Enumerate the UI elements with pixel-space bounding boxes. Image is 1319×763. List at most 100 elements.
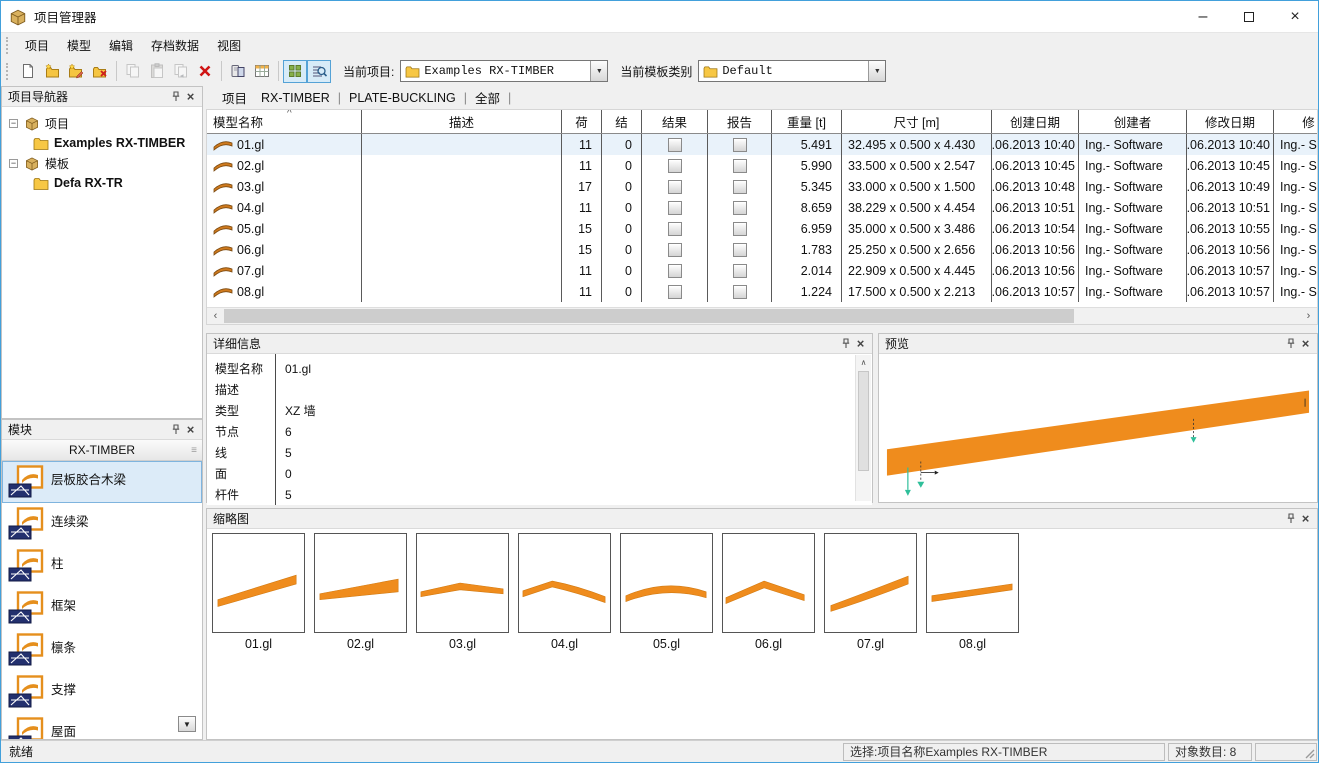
report-checkbox[interactable] <box>733 201 747 215</box>
column-header[interactable]: 描述 <box>362 110 562 133</box>
menu-item-view[interactable]: 视图 <box>208 36 250 56</box>
results-checkbox[interactable] <box>668 222 682 236</box>
column-header[interactable]: 模型名称^ <box>207 110 362 133</box>
details-view-toggle[interactable] <box>307 60 331 83</box>
resize-grip[interactable] <box>1255 743 1317 761</box>
open-project-button[interactable] <box>64 60 88 83</box>
new-project-button[interactable] <box>40 60 64 83</box>
copy-model-button[interactable] <box>169 60 193 83</box>
thumbnail-view-toggle[interactable] <box>283 60 307 83</box>
thumbnail-image[interactable] <box>722 533 815 633</box>
menu-item-edit[interactable]: 编辑 <box>100 36 142 56</box>
pin-icon[interactable] <box>1283 336 1298 351</box>
report-checkbox[interactable] <box>733 159 747 173</box>
model-row[interactable]: 04.gl1108.65938.229 x 0.500 x 4.4541.06.… <box>207 197 1317 218</box>
column-header[interactable]: 尺寸 [m] <box>842 110 992 133</box>
thumbnail-image[interactable] <box>212 533 305 633</box>
thumbnail[interactable]: 04.gl <box>518 533 611 651</box>
results-checkbox[interactable] <box>668 201 682 215</box>
thumbnail-image[interactable] <box>926 533 1019 633</box>
current-project-combo[interactable]: Examples RX-TIMBER ▼ <box>400 60 608 82</box>
close-panel-icon[interactable]: × <box>1298 336 1313 351</box>
tab-rx-timber[interactable]: RX-TIMBER <box>254 89 337 107</box>
menu-item-model[interactable]: 模型 <box>58 36 100 56</box>
menu-drag-grip[interactable] <box>6 37 10 54</box>
thumbnail-image[interactable] <box>824 533 917 633</box>
scroll-left-arrow[interactable]: ‹ <box>207 308 224 324</box>
model-row[interactable]: 06.gl1501.78325.250 x 0.500 x 2.6561.06.… <box>207 239 1317 260</box>
column-header[interactable]: 结 <box>602 110 642 133</box>
scrollbar-track[interactable] <box>224 308 1300 324</box>
column-header[interactable]: 修改日期 <box>1187 110 1274 133</box>
results-checkbox[interactable] <box>668 180 682 194</box>
tab-project[interactable]: 项目 <box>215 86 254 109</box>
module-item[interactable]: 框架 <box>2 587 202 629</box>
chevron-down-icon[interactable]: ▼ <box>590 61 607 81</box>
tree-node[interactable]: −模板 <box>9 153 202 173</box>
model-row[interactable]: 01.gl1105.49132.495 x 0.500 x 4.4301.06.… <box>207 134 1317 155</box>
delete-project-button[interactable] <box>88 60 112 83</box>
maximize-button[interactable] <box>1226 1 1272 32</box>
module-item[interactable]: 檩条 <box>2 629 202 671</box>
tab-all[interactable]: 全部 <box>468 86 507 109</box>
module-item[interactable]: 屋面 <box>2 713 202 739</box>
minimize-button[interactable]: – <box>1180 1 1226 32</box>
results-checkbox[interactable] <box>668 243 682 257</box>
report-checkbox[interactable] <box>733 285 747 299</box>
tree-expander-icon[interactable]: − <box>9 159 18 168</box>
module-item[interactable]: 柱 <box>2 545 202 587</box>
new-model-button[interactable] <box>16 60 40 83</box>
report-checkbox[interactable] <box>733 264 747 278</box>
tree-expander-icon[interactable]: − <box>9 119 18 128</box>
model-link-button[interactable] <box>226 60 250 83</box>
model-row[interactable]: 08.gl1101.22417.500 x 0.500 x 2.2131.06.… <box>207 281 1317 302</box>
column-header[interactable]: 创建者 <box>1079 110 1187 133</box>
modules-group-header[interactable]: RX-TIMBER ≡ <box>2 440 202 461</box>
pin-icon[interactable] <box>838 336 853 351</box>
chevron-down-icon[interactable]: ▼ <box>868 61 885 81</box>
scrollbar-thumb[interactable] <box>224 309 1074 323</box>
report-checkbox[interactable] <box>733 222 747 236</box>
column-header[interactable]: 重量 [t] <box>772 110 842 133</box>
report-checkbox[interactable] <box>733 180 747 194</box>
report-checkbox[interactable] <box>733 243 747 257</box>
module-item[interactable]: 连续梁 <box>2 503 202 545</box>
menu-item-archive-data[interactable]: 存档数据 <box>142 36 208 56</box>
thumbnail[interactable]: 03.gl <box>416 533 509 651</box>
report-checkbox[interactable] <box>733 138 747 152</box>
thumbnail[interactable]: 07.gl <box>824 533 917 651</box>
close-panel-icon[interactable]: × <box>183 422 198 437</box>
close-panel-icon[interactable]: × <box>183 89 198 104</box>
results-checkbox[interactable] <box>668 285 682 299</box>
column-header[interactable]: 荷 <box>562 110 602 133</box>
scroll-up-arrow[interactable]: ∧ <box>856 355 871 370</box>
thumbnail[interactable]: 06.gl <box>722 533 815 651</box>
horizontal-scrollbar[interactable]: ‹ › <box>207 307 1317 324</box>
model-row[interactable]: 02.gl1105.99033.500 x 0.500 x 2.5471.06.… <box>207 155 1317 176</box>
results-checkbox[interactable] <box>668 159 682 173</box>
column-header[interactable]: 修 <box>1274 110 1317 133</box>
close-panel-icon[interactable]: × <box>853 336 868 351</box>
model-row[interactable]: 05.gl1506.95935.000 x 0.500 x 3.4861.06.… <box>207 218 1317 239</box>
column-header[interactable]: 创建日期 <box>992 110 1079 133</box>
pin-icon[interactable] <box>168 422 183 437</box>
model-row[interactable]: 07.gl1102.01422.909 x 0.500 x 4.4451.06.… <box>207 260 1317 281</box>
tree-node[interactable]: Examples RX-TIMBER <box>9 133 202 153</box>
template-category-combo[interactable]: Default ▼ <box>698 60 886 82</box>
thumbnail-image[interactable] <box>620 533 713 633</box>
scroll-right-arrow[interactable]: › <box>1300 308 1317 324</box>
thumbnail[interactable]: 08.gl <box>926 533 1019 651</box>
close-button[interactable]: × <box>1272 1 1318 32</box>
column-header[interactable]: 结果 <box>642 110 708 133</box>
tab-plate-buckling[interactable]: PLATE-BUCKLING <box>342 89 463 107</box>
thumbnail-image[interactable] <box>416 533 509 633</box>
module-item[interactable]: 层板胶合木梁 <box>2 461 202 503</box>
tree-node[interactable]: Defa RX-TR <box>9 173 202 193</box>
modules-scroll-down-button[interactable]: ▼ <box>178 716 196 732</box>
delete-button[interactable] <box>193 60 217 83</box>
vertical-scrollbar[interactable]: ∧ <box>855 355 871 501</box>
paste-button[interactable] <box>145 60 169 83</box>
toolbar-drag-grip[interactable] <box>6 63 10 80</box>
table-view-button[interactable] <box>250 60 274 83</box>
thumbnail-image[interactable] <box>314 533 407 633</box>
